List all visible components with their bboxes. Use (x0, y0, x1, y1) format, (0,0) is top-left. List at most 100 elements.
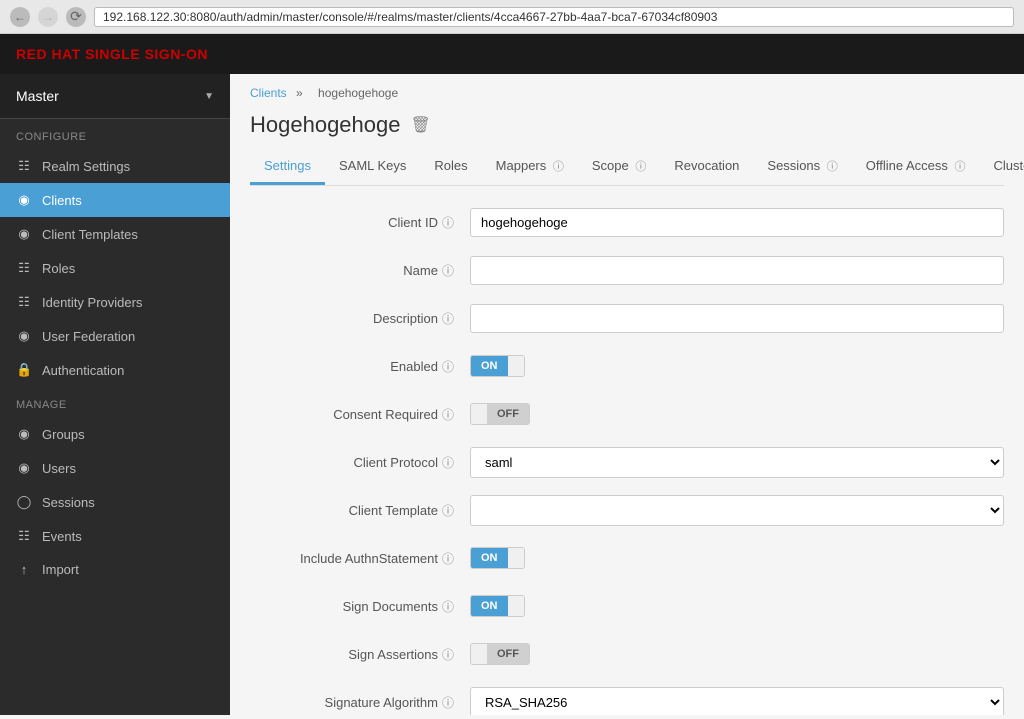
sessions-icon: ◯ (16, 494, 32, 510)
sidebar-item-label: Sessions (42, 495, 95, 510)
sidebar-item-authentication[interactable]: 🔒 Authentication (0, 353, 230, 387)
sidebar: Master ▼ Configure ☷ Realm Settings ◉ Cl… (0, 74, 230, 715)
label-name: Name ⓘ (250, 262, 470, 279)
group-icon: ◉ (16, 426, 32, 442)
realm-name: Master (16, 88, 59, 104)
help-icon-name[interactable]: ⓘ (442, 262, 454, 279)
field-description (470, 304, 1004, 333)
help-icon-protocol[interactable]: ⓘ (442, 454, 454, 471)
toggle-on-label (471, 644, 487, 664)
form-row-description: Description ⓘ (250, 302, 1004, 334)
field-sign-assertions: OFF (470, 643, 1004, 665)
sidebar-item-identity-providers[interactable]: ☷ Identity Providers (0, 285, 230, 319)
toggle-sign-assertions[interactable]: OFF (470, 643, 530, 665)
sidebar-item-clients[interactable]: ◉ Clients (0, 183, 230, 217)
sidebar-item-label: Groups (42, 427, 85, 442)
tabs-bar: Settings SAML Keys Roles Mappers ⓘ Scope… (250, 150, 1004, 186)
forward-button[interactable]: → (38, 7, 58, 27)
sidebar-item-label: Client Templates (42, 227, 138, 242)
tab-sessions[interactable]: Sessions ⓘ (753, 150, 851, 185)
help-icon-consent[interactable]: ⓘ (442, 406, 454, 423)
form-row-consent-required: Consent Required ⓘ OFF (250, 398, 1004, 430)
sidebar-item-import[interactable]: ↑ Import (0, 553, 230, 586)
sidebar-item-sessions[interactable]: ◯ Sessions (0, 485, 230, 519)
sidebar-item-label: Clients (42, 193, 82, 208)
toggle-enabled[interactable]: ON (470, 355, 525, 377)
sidebar-item-label: Realm Settings (42, 159, 130, 174)
select-client-template[interactable] (470, 495, 1004, 526)
field-consent-required: OFF (470, 403, 1004, 425)
help-icon-enabled[interactable]: ⓘ (442, 358, 454, 375)
sidebar-item-user-federation[interactable]: ◉ User Federation (0, 319, 230, 353)
breadcrumb-current: hogehogehoge (318, 86, 398, 100)
help-icon: ⓘ (553, 161, 564, 173)
label-sign-assertions: Sign Assertions ⓘ (250, 646, 470, 663)
input-client-id[interactable] (470, 208, 1004, 237)
tab-scope[interactable]: Scope ⓘ (578, 150, 660, 185)
form-row-name: Name ⓘ (250, 254, 1004, 286)
sidebar-item-events[interactable]: ☷ Events (0, 519, 230, 553)
toggle-on-label (471, 404, 487, 424)
toggle-off-label (508, 548, 524, 568)
help-icon-sign-docs[interactable]: ⓘ (442, 598, 454, 615)
breadcrumb-separator: » (296, 86, 306, 100)
help-icon-authn[interactable]: ⓘ (442, 550, 454, 567)
manage-section-title: Manage (0, 387, 230, 417)
realm-selector[interactable]: Master ▼ (0, 74, 230, 119)
sidebar-item-label: Import (42, 562, 79, 577)
settings-form: Client ID ⓘ Name ⓘ Description ⓘ (230, 186, 1024, 715)
form-row-enabled: Enabled ⓘ ON (250, 350, 1004, 382)
refresh-button[interactable]: ⟳ (66, 7, 86, 27)
toggle-consent-required[interactable]: OFF (470, 403, 530, 425)
tab-offline-access[interactable]: Offline Access ⓘ (852, 150, 980, 185)
help-icon: ⓘ (827, 161, 838, 173)
main-layout: Master ▼ Configure ☷ Realm Settings ◉ Cl… (0, 74, 1024, 715)
select-signature-algorithm[interactable]: RSA_SHA256 RSA_SHA1 RSA_SHA512 DSA_SHA1 (470, 687, 1004, 716)
help-icon-sig-algo[interactable]: ⓘ (442, 694, 454, 711)
toggle-on-label: ON (471, 548, 508, 568)
form-row-include-authn-statement: Include AuthnStatement ⓘ ON (250, 542, 1004, 574)
sidebar-item-client-templates[interactable]: ◉ Client Templates (0, 217, 230, 251)
import-icon: ↑ (16, 562, 32, 577)
delete-icon[interactable]: 🗑 (410, 115, 430, 135)
field-client-id (470, 208, 1004, 237)
label-sign-documents: Sign Documents ⓘ (250, 598, 470, 615)
input-name[interactable] (470, 256, 1004, 285)
sidebar-item-label: Events (42, 529, 82, 544)
sidebar-item-label: Identity Providers (42, 295, 142, 310)
sidebar-item-realm-settings[interactable]: ☷ Realm Settings (0, 149, 230, 183)
toggle-sign-documents[interactable]: ON (470, 595, 525, 617)
label-consent-required: Consent Required ⓘ (250, 406, 470, 423)
tab-settings[interactable]: Settings (250, 150, 325, 185)
configure-section-title: Configure (0, 119, 230, 149)
input-description[interactable] (470, 304, 1004, 333)
url-bar[interactable] (94, 7, 1014, 27)
page-header: Hogehogehoge 🗑 (230, 100, 1024, 138)
sidebar-item-roles[interactable]: ☷ Roles (0, 251, 230, 285)
circle-icon: ◉ (16, 192, 32, 208)
tab-saml-keys[interactable]: SAML Keys (325, 150, 420, 185)
tab-roles[interactable]: Roles (420, 150, 481, 185)
help-icon: ⓘ (955, 161, 966, 173)
tab-clustering[interactable]: Clustering (980, 150, 1024, 185)
back-button[interactable]: ← (10, 7, 30, 27)
field-include-authn-statement: ON (470, 547, 1004, 569)
help-icon-client-id[interactable]: ⓘ (442, 214, 454, 231)
tab-mappers[interactable]: Mappers ⓘ (482, 150, 578, 185)
sidebar-item-groups[interactable]: ◉ Groups (0, 417, 230, 451)
breadcrumb-clients-link[interactable]: Clients (250, 86, 287, 100)
circle-icon: ◉ (16, 226, 32, 242)
tab-revocation[interactable]: Revocation (660, 150, 753, 185)
help-icon-description[interactable]: ⓘ (442, 310, 454, 327)
field-client-template (470, 495, 1004, 526)
select-client-protocol[interactable]: saml openid-connect (470, 447, 1004, 478)
app-title: RED HAT SINGLE SIGN-ON (16, 46, 208, 62)
sidebar-item-label: Authentication (42, 363, 124, 378)
sidebar-item-users[interactable]: ◉ Users (0, 451, 230, 485)
toggle-include-authn-statement[interactable]: ON (470, 547, 525, 569)
sidebar-item-label: Roles (42, 261, 75, 276)
help-icon-template[interactable]: ⓘ (442, 502, 454, 519)
circle-icon: ◉ (16, 328, 32, 344)
help-icon-sign-assertions[interactable]: ⓘ (442, 646, 454, 663)
form-row-sign-documents: Sign Documents ⓘ ON (250, 590, 1004, 622)
